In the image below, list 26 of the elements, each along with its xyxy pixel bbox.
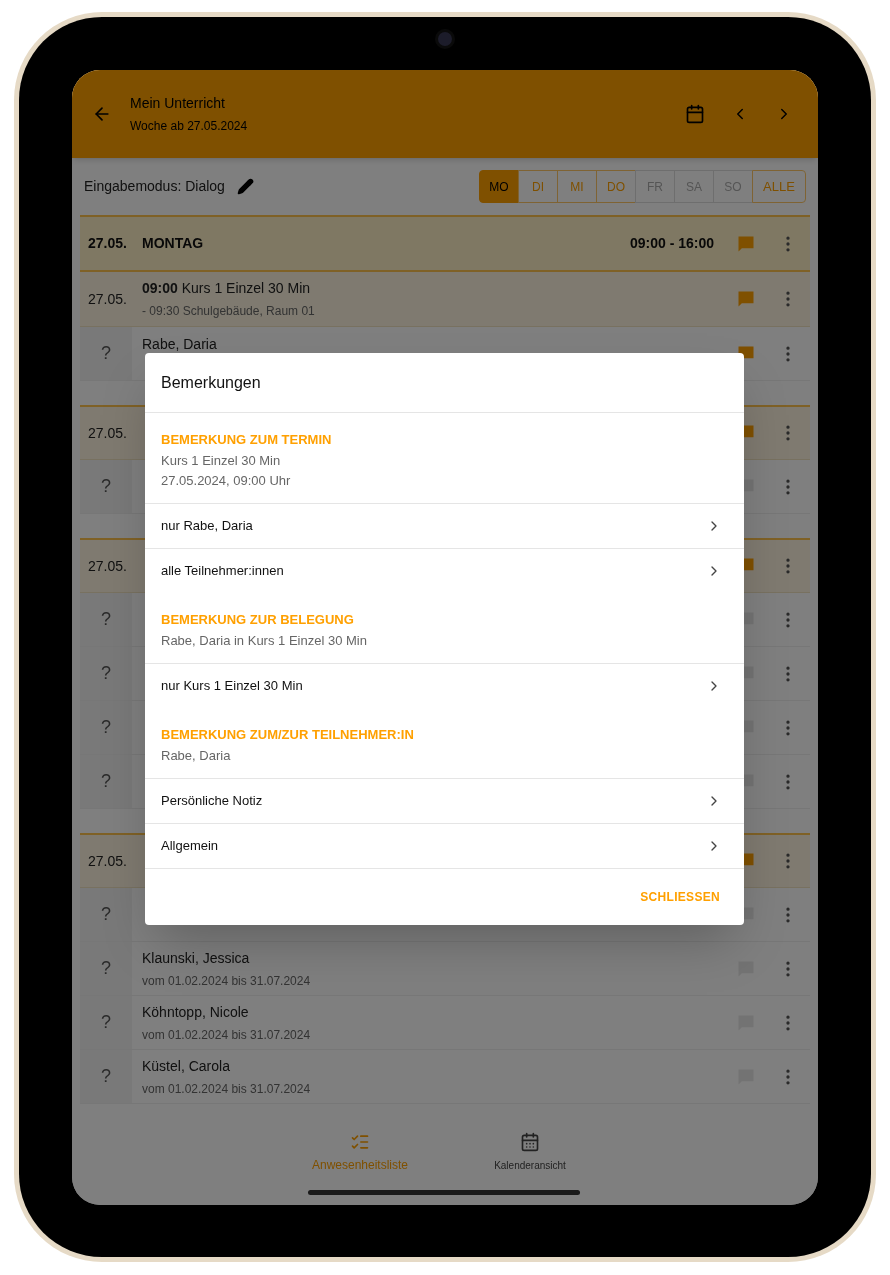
- course-date: 27.05.: [87, 423, 128, 443]
- course-location: - 09:30 Schulgebäude, Raum 01: [142, 303, 316, 320]
- course-date: 27.05.: [87, 556, 128, 576]
- section-detail: Rabe, Daria in Kurs 1 Einzel 30 Min: [161, 632, 368, 650]
- day-time: 09:00 - 16:00: [629, 234, 714, 253]
- day-name: MONTAG: [142, 234, 204, 253]
- section-heading: BEMERKUNG ZUM/ZUR TEILNEHMER:IN: [161, 726, 415, 744]
- course-date: 27.05.: [87, 851, 128, 871]
- participant-dates: vom 01.02.2024 bis 31.07.2024: [142, 972, 312, 990]
- section-detail: Kurs 1 Einzel 30 Min: [161, 452, 282, 470]
- course-date: 27.05.: [87, 289, 128, 309]
- participant-name: Küstel, Carola: [142, 1056, 231, 1076]
- section-heading: BEMERKUNG ZUR BELEGUNG: [161, 611, 355, 629]
- input-mode-label: Eingabemodus: Dialog: [84, 177, 225, 196]
- section-heading: BEMERKUNG ZUM TERMIN: [161, 431, 333, 449]
- day-date: 27.05.: [87, 234, 128, 253]
- participant-dates: vom 01.02.2024 bis 31.07.2024: [142, 1080, 312, 1098]
- course-title: 09:00 Kurs 1 Einzel 30 Min: [142, 279, 312, 298]
- participant-name: Klaunski, Jessica: [142, 948, 251, 968]
- section-detail: 27.05.2024, 09:00 Uhr: [161, 472, 292, 490]
- page-title: Mein Unterricht: [130, 94, 226, 113]
- participant-name: Köhntopp, Nicole: [142, 1002, 250, 1022]
- participant-name: Rabe, Daria: [142, 335, 218, 354]
- page-subtitle: Woche ab 27.05.2024: [130, 118, 248, 135]
- participant-dates: vom 01.02.2024 bis 31.07.2024: [142, 1026, 312, 1044]
- section-detail: Rabe, Daria: [161, 747, 232, 765]
